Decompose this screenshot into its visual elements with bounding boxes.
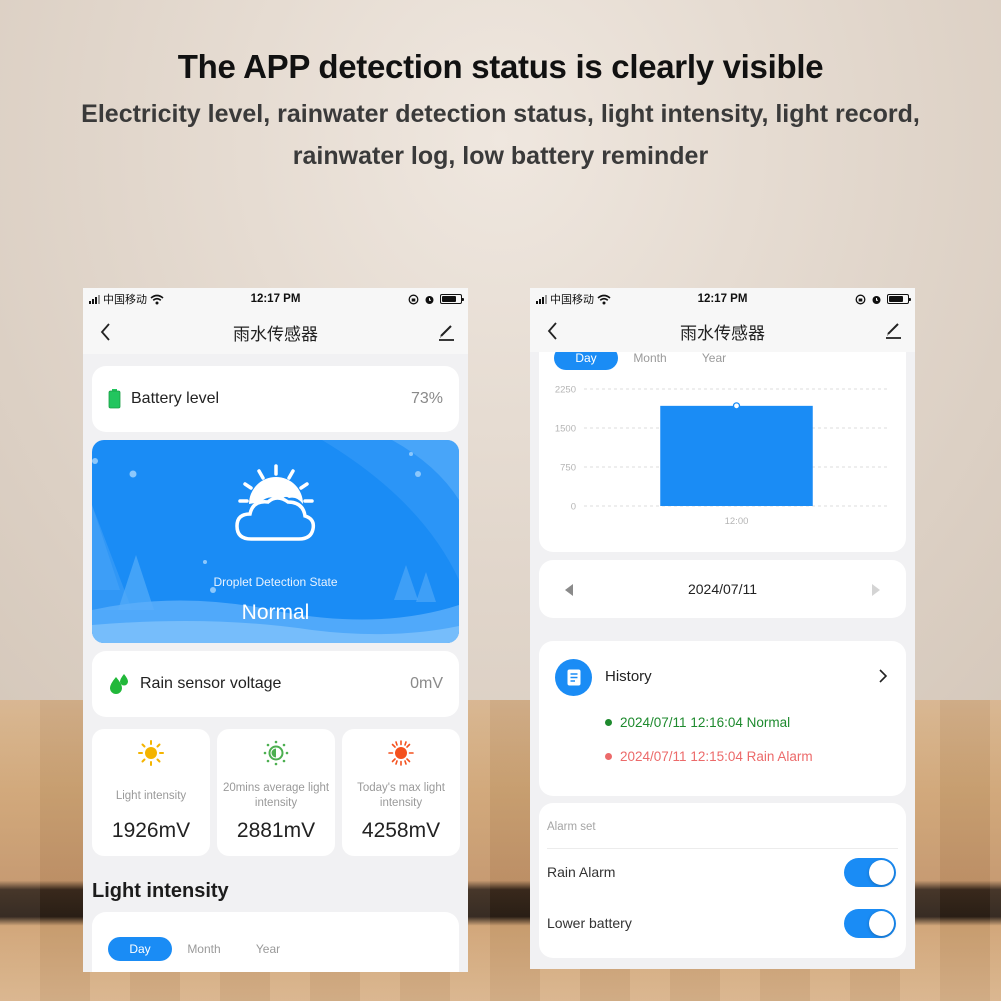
half-sun-icon (263, 740, 289, 766)
tab-day[interactable]: Day (108, 937, 172, 961)
date-selector: 2024/07/11 (539, 560, 906, 618)
lower-battery-toggle[interactable] (844, 909, 896, 938)
chevron-right-icon[interactable] (878, 668, 888, 684)
sun-bright-icon (388, 740, 414, 766)
wifi-icon (150, 294, 164, 304)
banner-headline: The APP detection status is clearly visi… (177, 48, 824, 85)
status-dot (605, 753, 612, 760)
battery-level-value: 73% (410, 390, 443, 407)
bar[interactable] (660, 405, 813, 506)
stat-value: 1926mV (111, 819, 191, 842)
battery-level-label: Battery level (131, 390, 220, 407)
data-point (732, 402, 741, 410)
detection-state-value: Normal (241, 601, 310, 624)
light-intensity-chart-card: Day Month Year 0 750 1500 2250 12:00 (539, 328, 906, 552)
nav-bar: 雨水传感器 (530, 310, 915, 352)
pencil-icon[interactable] (436, 321, 456, 343)
selected-date: 2024/07/11 (687, 581, 758, 597)
history-entry-text: 2024/07/11 12:15:04 Rain Alarm (620, 749, 813, 764)
droplet-detection-card: Droplet Detection State Normal (92, 440, 459, 643)
carrier-name: 中国移动 (103, 294, 147, 306)
rain-alarm-toggle[interactable] (844, 858, 896, 887)
tab-year[interactable]: Year (236, 937, 300, 961)
x-tick-label: 12:00 (725, 516, 749, 527)
chevron-left-icon[interactable] (97, 320, 117, 344)
signal-icon (89, 294, 100, 304)
alarm-icon (425, 295, 434, 304)
triangle-left-icon[interactable] (565, 584, 573, 596)
stat-value: 2881mV (236, 819, 316, 842)
battery-icon (108, 389, 121, 409)
stat-label: 20mins average light intensity (222, 782, 330, 809)
stat-label: Today's max light intensity (357, 782, 445, 809)
banner-subline: rainwater log, low battery reminder (292, 142, 709, 170)
battery-level-card: Battery level 73% (92, 366, 459, 432)
alarm-icon (872, 295, 881, 304)
stat-card-max-light-intensity: Today's max light intensity 4258mV (342, 729, 460, 856)
status-bar: 中国移动 12:17 PM (83, 288, 468, 310)
y-tick-label: 1500 (555, 424, 576, 435)
carrier-name: 中国移动 (550, 294, 594, 306)
orientation-lock-icon (855, 294, 866, 304)
rain-sensor-voltage-value: 0mV (410, 675, 443, 692)
pencil-icon[interactable] (883, 319, 903, 341)
detection-state-label: Droplet Detection State (213, 575, 338, 589)
wifi-icon (597, 294, 611, 304)
status-dot (605, 719, 612, 726)
stat-card-light-intensity: Light intensity 1926mV (92, 729, 210, 856)
triangle-right-icon[interactable] (872, 584, 880, 596)
sun-icon (138, 740, 164, 766)
alarm-set-heading: Alarm set (547, 821, 596, 833)
stat-card-average-light-intensity: 20mins average light intensity 2881mV (217, 729, 335, 856)
signal-icon (536, 294, 547, 304)
status-bar: 中国移动 12:17 PM (530, 288, 915, 310)
stat-label: Light intensity (115, 789, 187, 802)
document-icon (555, 659, 592, 696)
light-intensity-chart-card: Day Month Year (92, 912, 459, 972)
tab-month[interactable]: Month (172, 937, 236, 961)
rain-sensor-voltage-label: Rain sensor voltage (140, 675, 282, 692)
light-intensity-section-title: Light intensity (92, 880, 229, 902)
droplets-icon (110, 674, 128, 694)
y-tick-label: 2250 (555, 385, 576, 396)
light-intensity-bar-chart: 0 750 1500 2250 12:00 (555, 385, 889, 527)
sun-cloud-icon (235, 464, 316, 541)
battery-icon (887, 294, 911, 304)
divider (547, 848, 898, 849)
period-tabs: Day Month Year (108, 937, 300, 961)
history-entry: 2024/07/11 12:15:04 Rain Alarm (605, 749, 813, 764)
y-tick-label: 0 (571, 502, 576, 513)
history-title: History (605, 668, 652, 685)
stat-value: 4258mV (361, 819, 441, 842)
alarm-settings-card: Alarm set Rain Alarm Lower battery (539, 803, 906, 958)
history-card[interactable]: History 2024/07/11 12:16:04 Normal 2024/… (539, 641, 906, 796)
banner-subline: Electricity level, rainwater detection s… (81, 100, 920, 128)
chevron-left-icon[interactable] (544, 319, 564, 343)
y-tick-label: 750 (560, 463, 576, 474)
rain-alarm-label: Rain Alarm (547, 864, 616, 880)
lower-battery-label: Lower battery (547, 915, 632, 931)
right-phone-screen: Day Month Year 0 750 1500 2250 12:00 中国移动 12… (530, 288, 915, 969)
left-phone-screen: 中国移动 12:17 PM 雨水传感器 Battery level 73% Dr… (83, 288, 468, 972)
battery-icon (440, 294, 464, 304)
orientation-lock-icon (408, 294, 419, 304)
page-title: 雨水传感器 (680, 323, 765, 343)
page-title: 雨水传感器 (233, 324, 318, 344)
history-entry: 2024/07/11 12:16:04 Normal (605, 715, 790, 730)
rain-sensor-voltage-card: Rain sensor voltage 0mV (92, 651, 459, 717)
nav-bar: 雨水传感器 (83, 310, 468, 354)
history-entry-text: 2024/07/11 12:16:04 Normal (620, 715, 791, 730)
